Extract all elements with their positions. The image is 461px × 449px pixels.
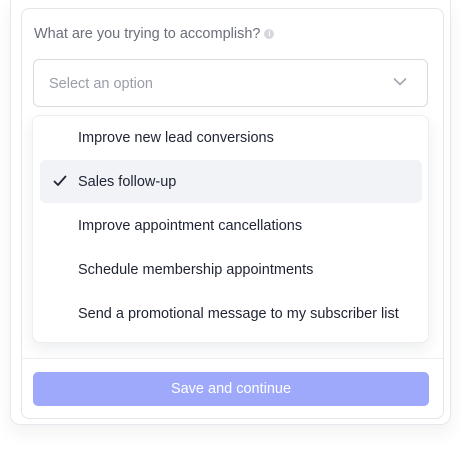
- info-icon[interactable]: i: [264, 29, 275, 39]
- option-label: Schedule membership appointments: [78, 262, 314, 278]
- option-sales-follow-up[interactable]: Sales follow-up: [40, 160, 422, 203]
- option-label: Send a promotional message to my subscri…: [78, 306, 399, 322]
- option-schedule-membership-appointments[interactable]: Schedule membership appointments: [40, 248, 422, 291]
- option-select[interactable]: Select an option: [33, 59, 428, 107]
- option-label: Improve appointment cancellations: [78, 218, 303, 234]
- option-send-promotional-message[interactable]: Send a promotional message to my subscri…: [40, 292, 422, 335]
- option-label: Improve new lead conversions: [78, 130, 274, 146]
- footer-divider: [22, 358, 443, 359]
- option-improve-appointment-cancellations[interactable]: Improve appointment cancellations: [40, 204, 422, 247]
- question-label: What are you trying to accomplish? i: [34, 24, 275, 44]
- dropdown-menu: Improve new lead conversions Sales follo…: [32, 115, 429, 343]
- option-improve-lead-conversions[interactable]: Improve new lead conversions: [40, 116, 422, 159]
- save-and-continue-button[interactable]: Save and continue: [33, 372, 429, 406]
- question-text: What are you trying to accomplish?: [34, 26, 261, 42]
- chevron-down-icon: [393, 78, 407, 86]
- check-icon: [53, 175, 67, 186]
- option-label: Sales follow-up: [78, 174, 177, 190]
- select-placeholder: Select an option: [49, 76, 153, 92]
